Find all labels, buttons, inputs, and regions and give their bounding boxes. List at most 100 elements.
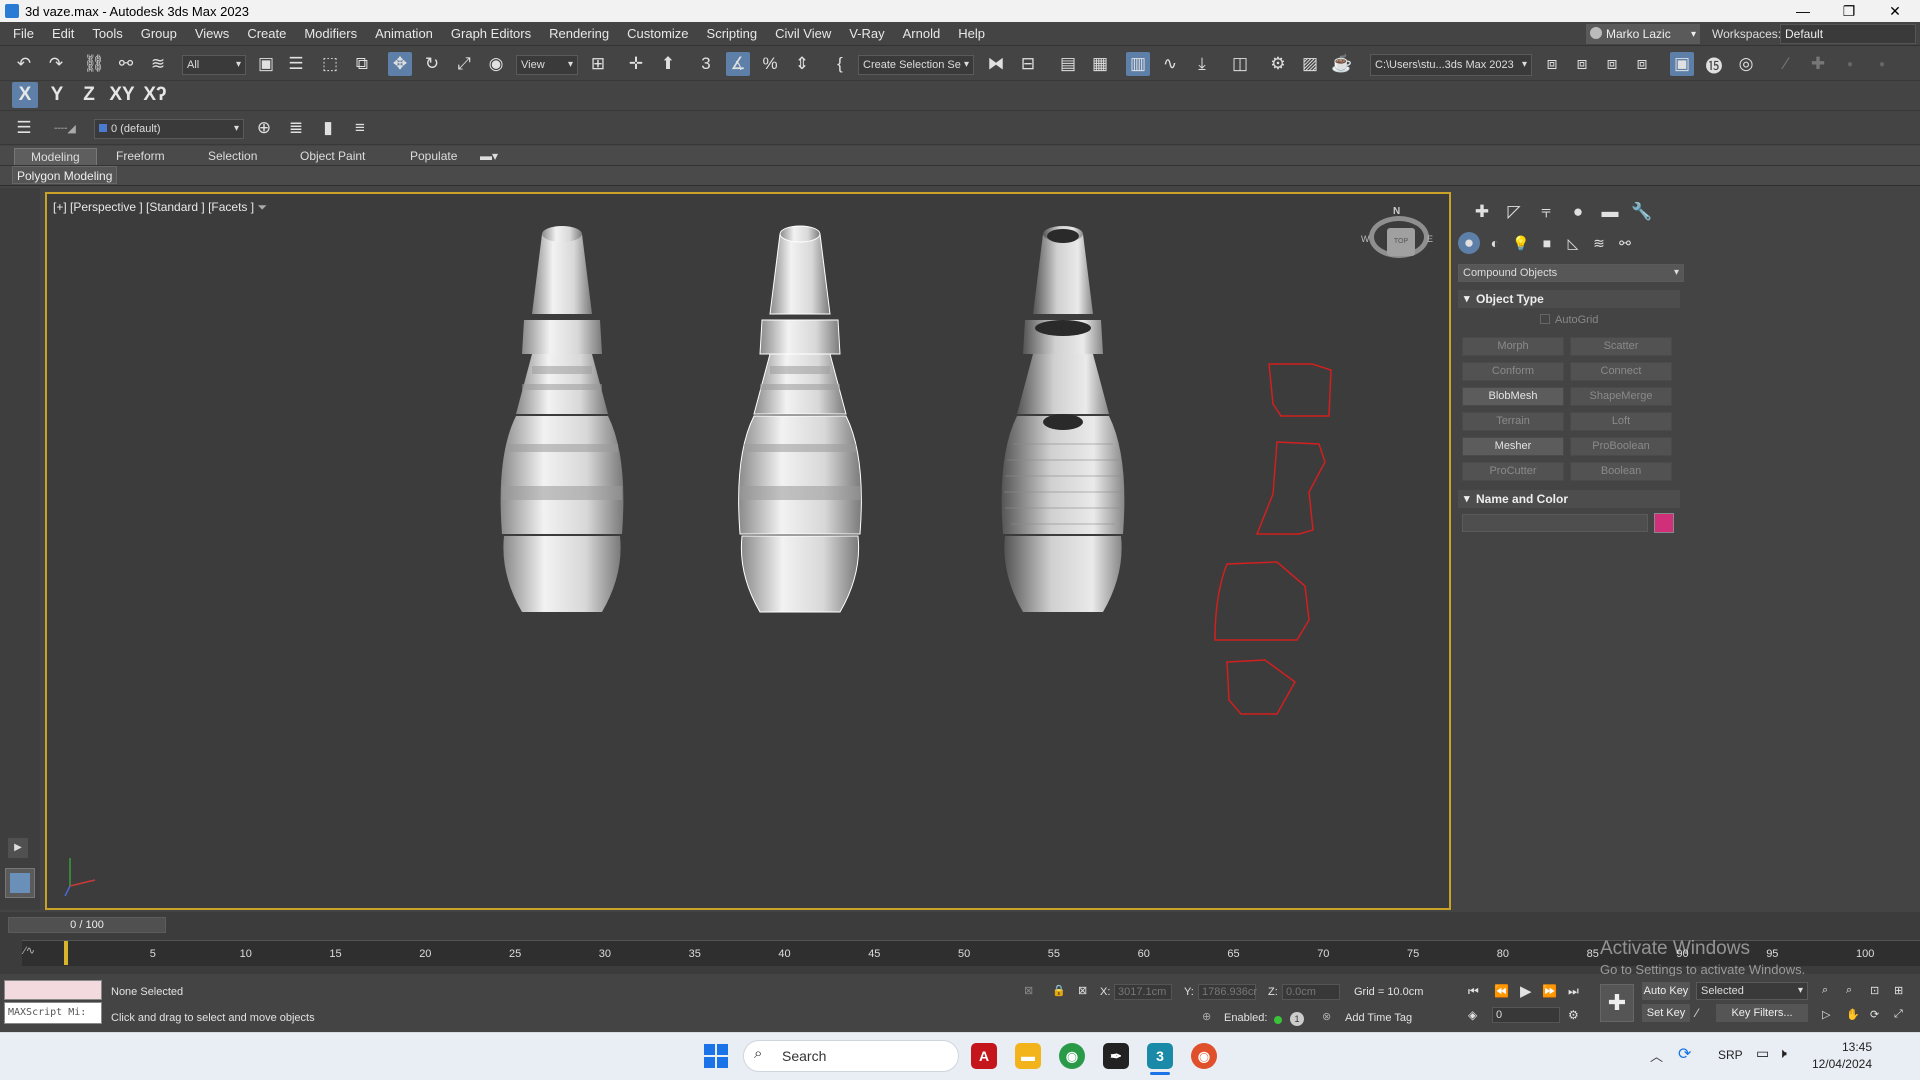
acrobat-icon[interactable]: A bbox=[971, 1043, 997, 1069]
go-to-end-icon[interactable]: ⏭ bbox=[1568, 984, 1579, 999]
edit-named-selection-icon[interactable]: { bbox=[828, 52, 852, 76]
go-to-start-icon[interactable]: ⏮ bbox=[1468, 984, 1479, 999]
layer-dropdown[interactable]: 0 (default) bbox=[94, 119, 244, 139]
shapemerge-button[interactable]: ShapeMerge bbox=[1570, 387, 1672, 406]
unlink-icon[interactable]: ⚯ bbox=[114, 52, 138, 76]
object-name-field[interactable] bbox=[1462, 514, 1648, 532]
axis-z-button[interactable]: Z bbox=[76, 82, 102, 108]
autogrid-box[interactable] bbox=[1540, 314, 1550, 324]
save-icon[interactable]: ▣ bbox=[1670, 52, 1694, 76]
menu-scripting[interactable]: Scripting bbox=[698, 26, 767, 41]
render-icon[interactable]: ☕ bbox=[1330, 52, 1354, 76]
bind-space-warp-icon[interactable]: ≋ bbox=[146, 52, 170, 76]
schematic-view-icon[interactable]: ⤓ bbox=[1190, 52, 1214, 76]
taskbar-search-box[interactable]: Search bbox=[743, 1040, 959, 1072]
toolbar-icon-c[interactable]: ⧈ bbox=[1630, 52, 1654, 76]
language-indicator[interactable]: SRP bbox=[1718, 1048, 1743, 1062]
manipulate-icon[interactable]: ✛ bbox=[624, 52, 648, 76]
disabled-add-icon[interactable]: ✚ bbox=[1806, 52, 1830, 76]
menu-edit[interactable]: Edit bbox=[43, 26, 83, 41]
selection-filter-dropdown[interactable]: All bbox=[182, 55, 246, 75]
file-explorer-icon[interactable]: ▬ bbox=[1015, 1043, 1041, 1069]
ribbon-toggle-icon[interactable]: ▥ bbox=[1126, 52, 1150, 76]
expand-layout-icon[interactable]: ▶ bbox=[8, 838, 28, 858]
redo-icon[interactable]: ↷ bbox=[44, 52, 68, 76]
pan-icon[interactable]: ✋ bbox=[1846, 1008, 1860, 1021]
key-mode-icon[interactable]: ◈ bbox=[1468, 1008, 1477, 1022]
select-and-scale-icon[interactable]: ⤢ bbox=[452, 52, 476, 76]
toolbar-icon-b[interactable]: ⧈ bbox=[1600, 52, 1624, 76]
axis-xy-button[interactable]: XY bbox=[106, 82, 138, 108]
axis-y-button[interactable]: Y bbox=[44, 82, 70, 108]
perspective-viewport[interactable]: [+] [Perspective ] [Standard ] [Facets ]… bbox=[45, 192, 1451, 910]
reference-coordinate-dropdown[interactable]: View bbox=[516, 55, 578, 75]
tab-object-paint[interactable]: Object Paint bbox=[284, 148, 381, 165]
autobackup-icon[interactable]: ⓯ bbox=[1702, 52, 1726, 76]
auto-key-button[interactable]: Auto Key bbox=[1642, 982, 1690, 1000]
hierarchy-tab-icon[interactable]: ⫧ bbox=[1534, 200, 1558, 224]
selection-lock-icon[interactable]: 🔒 bbox=[1052, 984, 1066, 997]
chrome-icon[interactable]: ◉ bbox=[1059, 1043, 1085, 1069]
enabled-indicator[interactable] bbox=[1274, 1016, 1282, 1024]
key-tangent-icon[interactable]: ⁄ bbox=[1696, 1006, 1698, 1020]
next-frame-icon[interactable]: ⏩ bbox=[1542, 984, 1557, 998]
network-icon[interactable]: ▭ bbox=[1756, 1045, 1769, 1062]
connect-button[interactable]: Connect bbox=[1570, 362, 1672, 381]
maxscript-listener-pink[interactable] bbox=[4, 980, 102, 1000]
info-icon[interactable]: 1 bbox=[1290, 1012, 1304, 1026]
menu-modifiers[interactable]: Modifiers bbox=[295, 26, 366, 41]
object-type-rollout[interactable]: Object Type bbox=[1458, 290, 1680, 308]
vase-object-1[interactable] bbox=[500, 226, 624, 612]
window-crossing-icon[interactable]: ⧉ bbox=[350, 52, 374, 76]
disabled-tool-icon[interactable]: ⁄ bbox=[1774, 52, 1798, 76]
menu-vray[interactable]: V-Ray bbox=[840, 26, 893, 41]
menu-help[interactable]: Help bbox=[949, 26, 994, 41]
display-tab-icon[interactable]: ▬ bbox=[1598, 200, 1622, 224]
z-coordinate-field[interactable]: 0.0cm bbox=[1282, 984, 1340, 1000]
isolate-icon[interactable]: ⊠ bbox=[1024, 984, 1033, 997]
volume-icon[interactable]: 🕨 bbox=[1778, 1045, 1787, 1062]
conform-button[interactable]: Conform bbox=[1462, 362, 1564, 381]
tab-modeling[interactable]: Modeling bbox=[14, 148, 97, 165]
snaps-toggle-icon[interactable]: 3 bbox=[694, 52, 718, 76]
select-and-rotate-icon[interactable]: ↻ bbox=[420, 52, 444, 76]
polygon-modeling-panel[interactable]: Polygon Modeling bbox=[12, 166, 118, 184]
track-bar-filter-icon[interactable]: ⁄∿ bbox=[24, 944, 35, 957]
minimize-button[interactable]: — bbox=[1780, 0, 1826, 22]
terrain-button[interactable]: Terrain bbox=[1462, 412, 1564, 431]
orbit-icon[interactable]: ⟳ bbox=[1870, 1008, 1879, 1021]
project-path-dropdown[interactable]: C:\Users\stu...3ds Max 2023 bbox=[1370, 54, 1532, 76]
sync-icon[interactable]: ◎ bbox=[1734, 52, 1758, 76]
percent-snap-icon[interactable]: % bbox=[758, 52, 782, 76]
sync-tray-icon[interactable]: ⟳ bbox=[1678, 1044, 1691, 1064]
set-key-big-button[interactable]: ✚ bbox=[1600, 984, 1634, 1022]
menu-graph-editors[interactable]: Graph Editors bbox=[442, 26, 540, 41]
named-selection-dropdown[interactable]: Create Selection Se bbox=[858, 55, 974, 75]
cameras-icon[interactable]: ■ bbox=[1536, 232, 1558, 254]
rectangular-selection-icon[interactable]: ⬚ bbox=[318, 52, 342, 76]
chrome-profile-icon[interactable]: ◉ bbox=[1191, 1043, 1217, 1069]
object-category-dropdown[interactable]: Compound Objects bbox=[1458, 264, 1684, 282]
name-and-color-rollout[interactable]: Name and Color bbox=[1458, 490, 1680, 508]
viewcube[interactable]: TOP N W E bbox=[1361, 206, 1435, 270]
menu-rendering[interactable]: Rendering bbox=[540, 26, 618, 41]
scatter-button[interactable]: Scatter bbox=[1570, 337, 1672, 356]
blobmesh-button[interactable]: BlobMesh bbox=[1462, 387, 1564, 406]
helpers-icon[interactable]: ◺ bbox=[1562, 232, 1584, 254]
absolute-mode-icon[interactable]: ⊠ bbox=[1078, 984, 1087, 997]
tab-selection[interactable]: Selection bbox=[192, 148, 273, 165]
layer-explorer-icon[interactable]: ▦ bbox=[1088, 52, 1112, 76]
viewcube-top-face[interactable]: TOP bbox=[1387, 228, 1415, 256]
menu-customize[interactable]: Customize bbox=[618, 26, 697, 41]
zoom-extents-all-icon[interactable]: ⊞ bbox=[1894, 984, 1903, 997]
geometry-icon[interactable]: ● bbox=[1458, 232, 1480, 254]
select-and-move-icon[interactable]: ✥ bbox=[388, 52, 412, 76]
key-filters-button[interactable]: Key Filters... bbox=[1716, 1004, 1808, 1022]
pivot-center-icon[interactable]: ⊞ bbox=[586, 52, 610, 76]
maxscript-mini-listener[interactable]: MAXScript Mi: bbox=[4, 1002, 102, 1024]
material-editor-icon[interactable]: ◫ bbox=[1228, 52, 1252, 76]
time-slider-marker[interactable] bbox=[64, 941, 68, 965]
spline-profiles[interactable] bbox=[1214, 363, 1332, 715]
x-coordinate-field[interactable]: 3017.1cm bbox=[1114, 984, 1172, 1000]
autogrid-checkbox[interactable]: AutoGrid bbox=[1540, 314, 1640, 326]
